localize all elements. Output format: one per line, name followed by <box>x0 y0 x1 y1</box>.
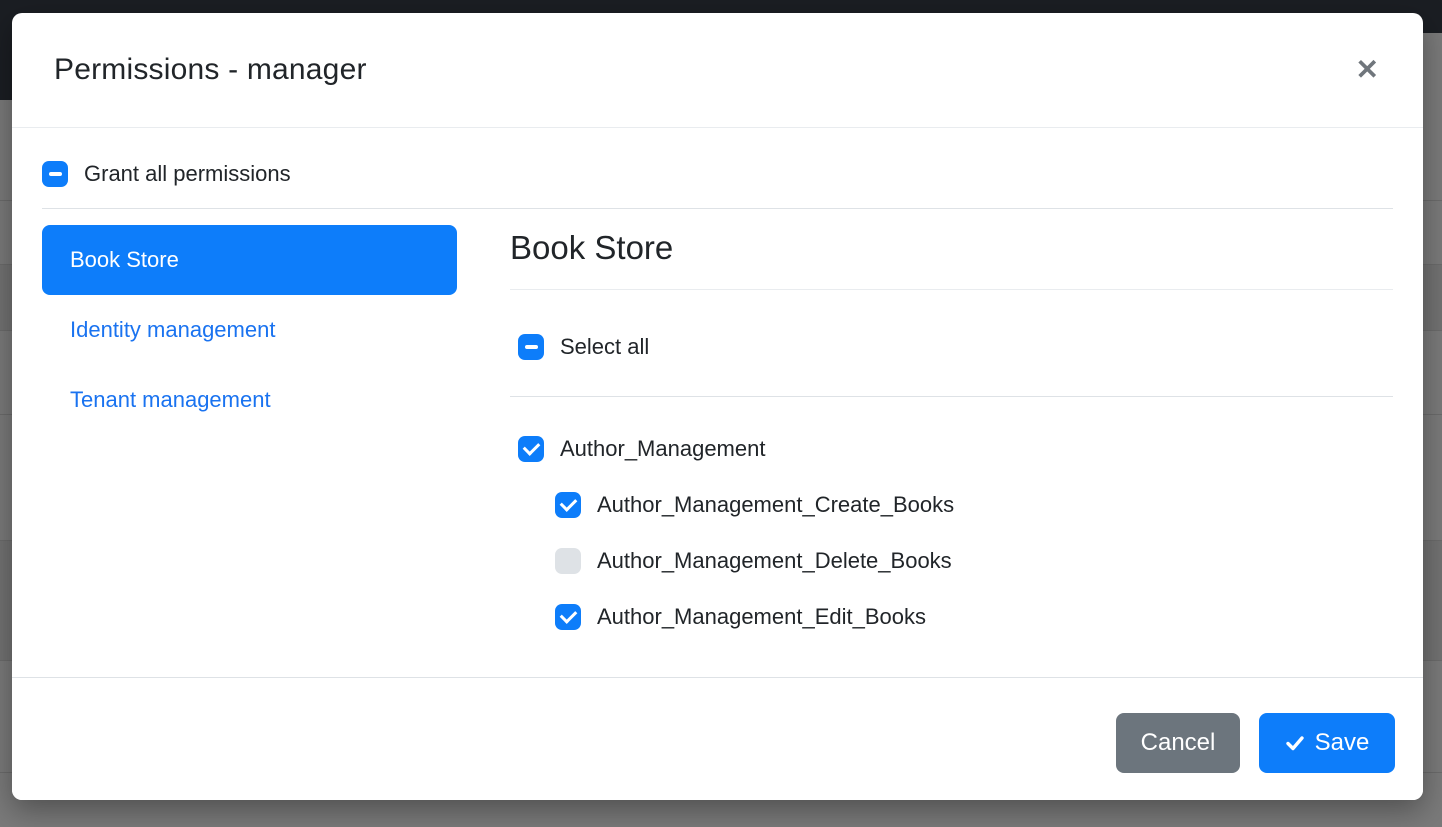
permission-row: Author_Management_Delete_Books <box>555 548 1393 574</box>
close-icon: ✕ <box>1356 54 1379 85</box>
permission-label[interactable]: Author_Management_Create_Books <box>597 492 954 518</box>
divider <box>42 208 1393 209</box>
panel-title: Book Store <box>510 225 1393 290</box>
permission-label[interactable]: Author_Management <box>560 436 765 462</box>
grant-all-checkbox[interactable] <box>42 161 68 187</box>
close-button[interactable]: ✕ <box>1352 52 1383 88</box>
tab-book-store[interactable]: Book Store <box>42 225 457 295</box>
permission-checkbox-author-management[interactable] <box>518 436 544 462</box>
grant-all-label[interactable]: Grant all permissions <box>84 161 291 187</box>
save-button-label: Save <box>1315 729 1370 757</box>
modal-header: Permissions - manager ✕ <box>12 13 1423 128</box>
permission-list: Author_Management Author_Management_Creat… <box>510 436 1393 630</box>
permission-label[interactable]: Author_Management_Delete_Books <box>597 548 952 574</box>
cancel-button[interactable]: Cancel <box>1116 713 1240 773</box>
tab-tenant-management[interactable]: Tenant management <box>42 365 457 435</box>
permission-label[interactable]: Author_Management_Edit_Books <box>597 604 926 630</box>
permissions-modal: Permissions - manager ✕ Grant all permis… <box>12 13 1423 800</box>
permission-row: Author_Management <box>518 436 1393 462</box>
divider <box>510 396 1393 397</box>
check-icon <box>1285 733 1305 753</box>
permission-row: Author_Management_Create_Books <box>555 492 1393 518</box>
save-button[interactable]: Save <box>1259 713 1395 773</box>
grant-all-row: Grant all permissions <box>42 161 1393 187</box>
modal-footer: Cancel Save <box>12 677 1423 800</box>
tab-identity-management[interactable]: Identity management <box>42 295 457 365</box>
cancel-button-label: Cancel <box>1141 729 1216 757</box>
select-all-checkbox[interactable] <box>518 334 544 360</box>
select-all-label[interactable]: Select all <box>560 334 649 360</box>
permission-row: Author_Management_Edit_Books <box>555 604 1393 630</box>
tab-label: Tenant management <box>70 387 271 413</box>
permission-checkbox-author-management-create-books[interactable] <box>555 492 581 518</box>
select-all-row: Select all <box>518 334 1393 360</box>
permissions-content: Book Store Identity management Tenant mana… <box>42 225 1393 660</box>
modal-title: Permissions - manager <box>54 53 367 87</box>
permission-checkbox-author-management-edit-books[interactable] <box>555 604 581 630</box>
permission-group-panel: Book Store Select all Author_ManagementA… <box>510 225 1393 660</box>
tab-label: Book Store <box>70 247 179 273</box>
tab-label: Identity management <box>70 317 275 343</box>
modal-body: Grant all permissions Book Store Identity… <box>12 128 1423 660</box>
permission-checkbox-author-management-delete-books[interactable] <box>555 548 581 574</box>
permission-group-tabs: Book Store Identity management Tenant mana… <box>42 225 457 660</box>
